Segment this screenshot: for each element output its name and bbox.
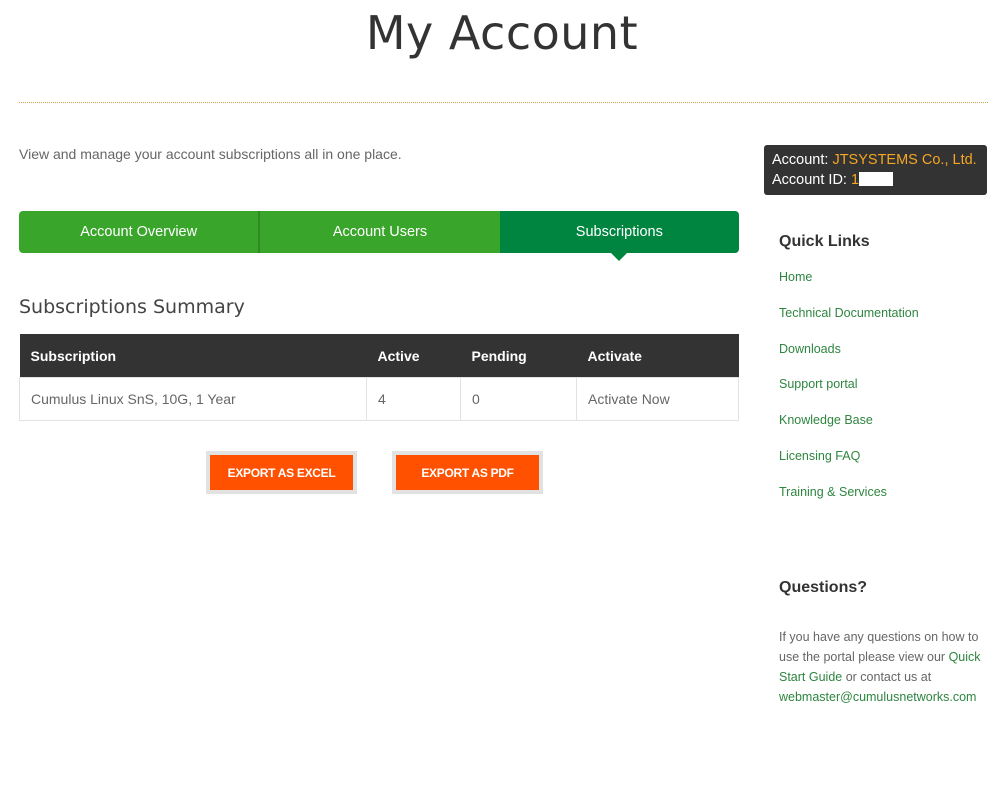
- tab-account-users[interactable]: Account Users: [258, 211, 500, 253]
- table-row: Cumulus Linux SnS, 10G, 1 Year 4 0 Activ…: [19, 377, 739, 421]
- webmaster-email-link[interactable]: webmaster@cumulusnetworks.com: [779, 690, 976, 704]
- account-tabs: Account Overview Account Users Subscript…: [19, 211, 739, 261]
- column-header-subscription: Subscription: [19, 334, 367, 378]
- column-header-activate: Activate: [576, 334, 739, 378]
- quick-link-training-services[interactable]: Training & Services: [779, 485, 919, 521]
- title-divider: [19, 102, 988, 103]
- questions-title: Questions?: [779, 579, 868, 596]
- account-name: JTSYSTEMS Co., Ltd.: [832, 152, 977, 168]
- quick-links-list: Home Technical Documentation Downloads S…: [779, 270, 919, 521]
- export-pdf-button[interactable]: EXPORT AS PDF: [396, 455, 539, 490]
- column-header-active: Active: [366, 334, 461, 378]
- cell-pending-count: 0: [460, 377, 577, 421]
- export-excel-button[interactable]: EXPORT AS EXCEL: [210, 455, 353, 490]
- export-pdf-frame: EXPORT AS PDF: [392, 451, 543, 494]
- quick-link-home[interactable]: Home: [779, 270, 919, 306]
- questions-text: If you have any questions on how to use …: [779, 627, 989, 707]
- page-title: My Account: [365, 6, 639, 60]
- quick-link-downloads[interactable]: Downloads: [779, 342, 919, 378]
- account-id-value: 1: [850, 172, 860, 188]
- account-name-line: Account: JTSYSTEMS Co., Ltd.: [772, 150, 979, 170]
- quick-link-knowledge-base[interactable]: Knowledge Base: [779, 413, 919, 449]
- subscriptions-table: Subscription Active Pending Activate Cum…: [19, 334, 739, 421]
- account-id-line: Account ID: 1: [772, 170, 979, 190]
- cell-active-count: 4: [366, 377, 461, 421]
- quick-link-licensing-faq[interactable]: Licensing FAQ: [779, 449, 919, 485]
- subscriptions-summary-title: Subscriptions Summary: [19, 296, 245, 318]
- redaction-block: [859, 172, 894, 186]
- account-info-box: Account: JTSYSTEMS Co., Ltd. Account ID:…: [764, 145, 987, 195]
- activate-now-link[interactable]: Activate Now: [576, 377, 739, 421]
- column-header-pending: Pending: [460, 334, 577, 378]
- account-id-label: Account ID:: [772, 172, 847, 188]
- quick-link-technical-documentation[interactable]: Technical Documentation: [779, 306, 919, 342]
- quick-link-support-portal[interactable]: Support portal: [779, 377, 919, 413]
- intro-text: View and manage your account subscriptio…: [19, 146, 402, 162]
- quick-links-title: Quick Links: [779, 233, 870, 250]
- questions-contact-text: or contact us at: [845, 670, 932, 684]
- tab-subscriptions[interactable]: Subscriptions: [499, 211, 739, 261]
- table-header-row: Subscription Active Pending Activate: [19, 334, 739, 378]
- tab-account-overview[interactable]: Account Overview: [19, 211, 259, 253]
- cell-subscription: Cumulus Linux SnS, 10G, 1 Year: [19, 377, 367, 421]
- export-excel-frame: EXPORT AS EXCEL: [206, 451, 357, 494]
- account-label: Account:: [772, 152, 829, 168]
